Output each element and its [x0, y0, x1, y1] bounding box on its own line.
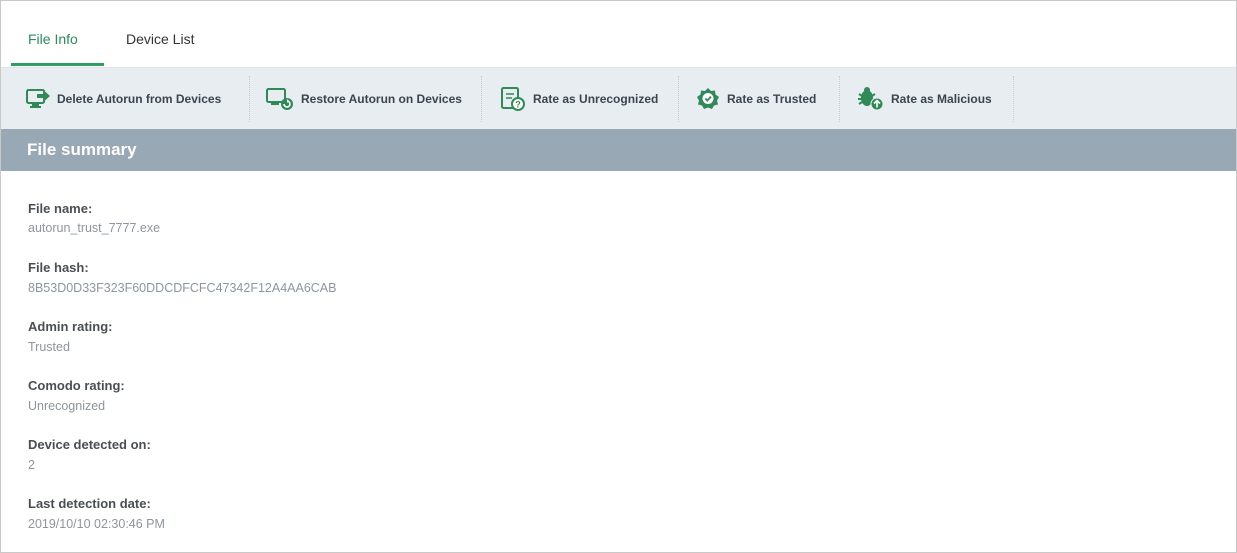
- toolbar-divider: [249, 76, 250, 122]
- rate-unrecognized-button[interactable]: ? Rate as Unrecognized: [499, 68, 658, 130]
- delete-autorun-label: Delete Autorun from Devices: [57, 92, 222, 106]
- device-detected-label: Device detected on:: [28, 437, 151, 452]
- last-detection-value: 2019/10/10 02:30:46 PM: [28, 517, 165, 531]
- svg-text:?: ?: [515, 100, 521, 110]
- file-details-panel: File Info Device List Delete Autorun fro…: [0, 0, 1237, 553]
- admin-rating-label: Admin rating:: [28, 319, 113, 334]
- delete-autorun-icon: [26, 89, 50, 108]
- file-hash-value: 8B53D0D33F323F60DDCDFCFC47342F12A4AA6CAB: [28, 281, 337, 295]
- rate-malicious-button[interactable]: Rate as Malicious: [855, 68, 992, 130]
- action-toolbar: Delete Autorun from Devices Restore Auto…: [1, 67, 1236, 130]
- trusted-badge-icon: [697, 88, 719, 109]
- delete-autorun-button[interactable]: Delete Autorun from Devices: [25, 68, 221, 130]
- malicious-bug-icon: [858, 87, 884, 111]
- toolbar-divider: [678, 76, 679, 122]
- toolbar-divider: [481, 76, 482, 122]
- active-tab-indicator: [11, 63, 104, 66]
- comodo-rating-value: Unrecognized: [28, 399, 106, 413]
- rate-trusted-label: Rate as Trusted: [727, 92, 817, 106]
- file-summary-header: File summary: [1, 129, 1236, 171]
- last-detection-label: Last detection date:: [28, 496, 151, 511]
- restore-autorun-label: Restore Autorun on Devices: [301, 92, 462, 106]
- section-title: File summary: [27, 140, 137, 159]
- rate-trusted-button[interactable]: Rate as Trusted: [695, 68, 816, 130]
- restore-autorun-button[interactable]: Restore Autorun on Devices: [265, 68, 462, 130]
- file-name-value: autorun_trust_7777.exe: [28, 221, 161, 235]
- file-hash-label: File hash:: [28, 260, 89, 275]
- toolbar-divider: [1013, 76, 1014, 122]
- tab-bar: File Info Device List: [1, 1, 1236, 67]
- toolbar-divider: [839, 76, 840, 122]
- file-name-label: File name:: [28, 201, 93, 216]
- rate-unrecognized-label: Rate as Unrecognized: [533, 92, 659, 106]
- admin-rating-value: Trusted: [28, 340, 70, 354]
- comodo-rating-label: Comodo rating:: [28, 378, 125, 393]
- tab-device-list[interactable]: Device List: [126, 31, 194, 47]
- tab-file-info[interactable]: File Info: [28, 31, 78, 47]
- unrecognized-icon: ?: [501, 87, 525, 111]
- restore-autorun-icon: [266, 88, 293, 110]
- rate-malicious-label: Rate as Malicious: [891, 92, 992, 106]
- device-detected-value: 2: [28, 458, 35, 472]
